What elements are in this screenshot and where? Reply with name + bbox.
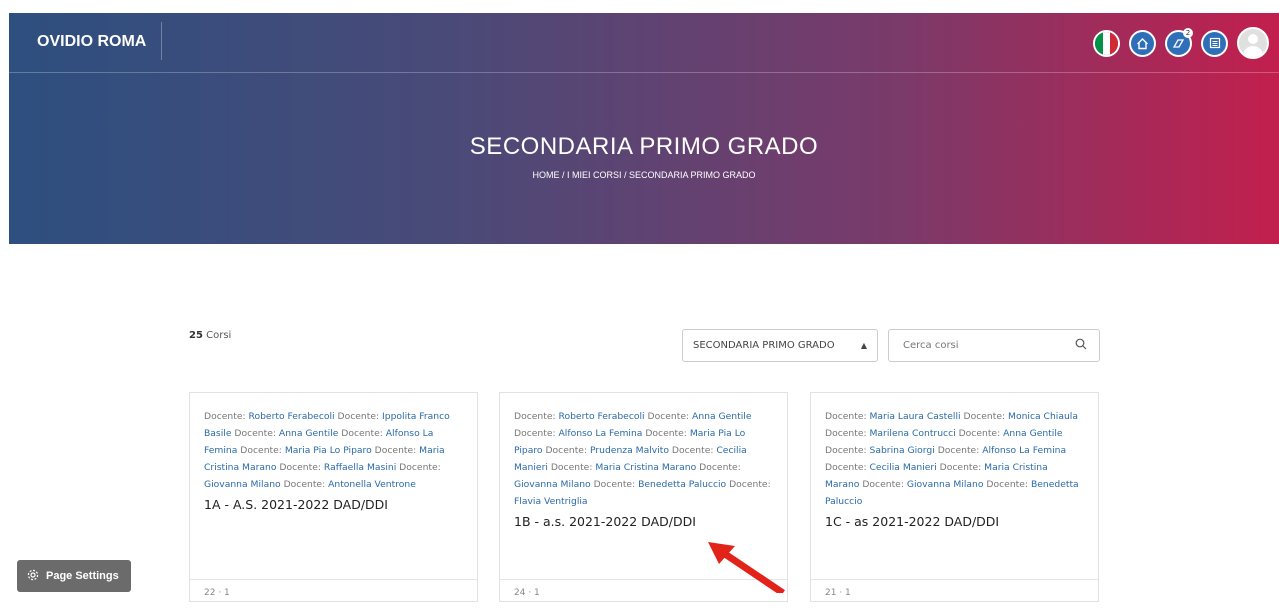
site-brand[interactable]: OVIDIO ROMA xyxy=(37,33,146,51)
teacher-link[interactable]: Monica Chiaula xyxy=(1008,411,1078,422)
teacher-label: Docente: xyxy=(276,462,324,473)
category-selected-value: SECONDARIA PRIMO GRADO xyxy=(693,340,835,351)
teacher-label: Docente: xyxy=(955,428,1004,439)
teacher-link[interactable]: Sabrina Giorgi xyxy=(870,445,935,456)
course-teachers: Docente: Maria Laura Castelli Docente: M… xyxy=(825,408,1084,510)
teacher-label: Docente: xyxy=(642,428,690,439)
page-settings-button[interactable]: Page Settings xyxy=(17,560,131,592)
teacher-link[interactable]: Raffaella Masini xyxy=(324,462,396,473)
teacher-link[interactable]: Alfonso La Femina xyxy=(982,445,1066,456)
brand-divider xyxy=(161,22,162,60)
teacher-label: Docente: xyxy=(280,479,329,490)
teacher-link[interactable]: Benedetta Paluccio xyxy=(638,479,726,490)
teacher-link[interactable]: Maria Laura Castelli xyxy=(870,411,961,422)
teacher-label: Docente: xyxy=(231,428,279,439)
teacher-label: Docente: xyxy=(859,479,907,490)
course-card-footer: 21 · 1 xyxy=(811,579,1098,610)
user-avatar[interactable] xyxy=(1237,27,1269,59)
teacher-label: Docente: xyxy=(396,462,441,473)
course-teachers: Docente: Roberto Ferabecoli Docente: Ipp… xyxy=(204,408,463,493)
teacher-label: Docente: xyxy=(825,462,870,473)
course-card-footer: 22 · 1 xyxy=(190,579,477,610)
teacher-label: Docente: xyxy=(983,479,1031,490)
course-card[interactable]: Docente: Maria Laura Castelli Docente: M… xyxy=(810,392,1099,602)
teacher-link[interactable]: Alfonso La Femina xyxy=(559,428,643,439)
category-select[interactable]: SECONDARIA PRIMO GRADO ▲︎ xyxy=(682,329,878,362)
search-input[interactable] xyxy=(901,339,1075,352)
page-title: SECONDARIA PRIMO GRADO xyxy=(469,133,819,160)
teacher-label: Docente: xyxy=(825,428,870,439)
course-search xyxy=(888,329,1100,362)
teacher-link[interactable]: Roberto Ferabecoli xyxy=(559,411,645,422)
teacher-link[interactable]: Giovanna Milano xyxy=(514,479,591,490)
teacher-label: Docente: xyxy=(204,411,249,422)
teacher-link[interactable]: Giovanna Milano xyxy=(907,479,984,490)
page-settings-label: Page Settings xyxy=(46,570,119,582)
messages-icon[interactable]: 2 xyxy=(1165,27,1193,57)
search-icon[interactable] xyxy=(1075,338,1087,354)
teacher-label: Docente: xyxy=(726,479,771,490)
teacher-label: Docente: xyxy=(644,411,693,422)
top-navbar: OVIDIO ROMA 2 xyxy=(9,13,1279,73)
teacher-link[interactable]: Roberto Ferabecoli xyxy=(249,411,335,422)
home-icon[interactable] xyxy=(1129,29,1156,57)
teacher-label: Docente: xyxy=(338,428,386,439)
notification-badge: 2 xyxy=(1183,27,1193,38)
teacher-label: Docente: xyxy=(960,411,1009,422)
teacher-link[interactable]: Antonella Ventrone xyxy=(328,479,416,490)
teacher-link[interactable]: Cecilia Manieri xyxy=(870,462,937,473)
teacher-label: Docente: xyxy=(590,479,639,490)
teacher-link[interactable]: Maria Cristina Marano xyxy=(595,462,696,473)
hero-banner: OVIDIO ROMA 2 SECONDARIA PRIMO GRADO HOM… xyxy=(9,13,1279,244)
teacher-label: Docente: xyxy=(936,462,985,473)
course-meta: 24 · 1 xyxy=(514,588,540,598)
select-arrows-icon: ▲︎ xyxy=(860,341,867,350)
teacher-label: Docente: xyxy=(934,445,983,456)
teacher-label: Docente: xyxy=(514,411,559,422)
course-count-label: Corsi xyxy=(206,330,232,341)
teacher-label: Docente: xyxy=(825,445,870,456)
teacher-link[interactable]: Marilena Contrucci xyxy=(870,428,956,439)
gear-icon xyxy=(27,569,39,584)
teacher-link[interactable]: Maria Pia Lo Piparo xyxy=(285,445,372,456)
teacher-link[interactable]: Flavia Ventriglia xyxy=(514,496,588,507)
course-title[interactable]: 1A - A.S. 2021-2022 DAD/DDI xyxy=(204,497,463,512)
teacher-label: Docente: xyxy=(547,462,596,473)
course-title[interactable]: 1C - as 2021-2022 DAD/DDI xyxy=(825,514,1084,529)
teacher-link[interactable]: Anna Gentile xyxy=(692,411,751,422)
teacher-label: Docente: xyxy=(668,445,717,456)
navbar-icons: 2 xyxy=(1093,27,1269,59)
annotation-arrow-icon xyxy=(708,542,785,593)
teacher-link[interactable]: Anna Gentile xyxy=(279,428,338,439)
teacher-label: Docente: xyxy=(371,445,420,456)
teacher-link[interactable]: Anna Gentile xyxy=(1003,428,1062,439)
course-meta: 21 · 1 xyxy=(825,588,851,598)
teacher-label: Docente: xyxy=(237,445,285,456)
teacher-label: Docente: xyxy=(514,428,559,439)
teacher-label: Docente: xyxy=(542,445,590,456)
course-count-number: 25 xyxy=(189,330,203,341)
teacher-label: Docente: xyxy=(825,411,870,422)
teacher-label: Docente: xyxy=(334,411,383,422)
calendar-list-icon[interactable] xyxy=(1201,29,1228,57)
course-card[interactable]: Docente: Roberto Ferabecoli Docente: Ipp… xyxy=(189,392,478,602)
course-title[interactable]: 1B - a.s. 2021-2022 DAD/DDI xyxy=(514,514,773,529)
course-teachers: Docente: Roberto Ferabecoli Docente: Ann… xyxy=(514,408,773,510)
breadcrumb[interactable]: HOME / I MIEI CORSI / SECONDARIA PRIMO G… xyxy=(9,170,1279,180)
language-flag-icon[interactable] xyxy=(1093,29,1120,57)
teacher-link[interactable]: Giovanna Milano xyxy=(204,479,281,490)
course-meta: 22 · 1 xyxy=(204,588,230,598)
teacher-link[interactable]: Prudenza Malvito xyxy=(590,445,669,456)
teacher-label: Docente: xyxy=(696,462,741,473)
course-count: 25 Corsi xyxy=(189,330,231,341)
